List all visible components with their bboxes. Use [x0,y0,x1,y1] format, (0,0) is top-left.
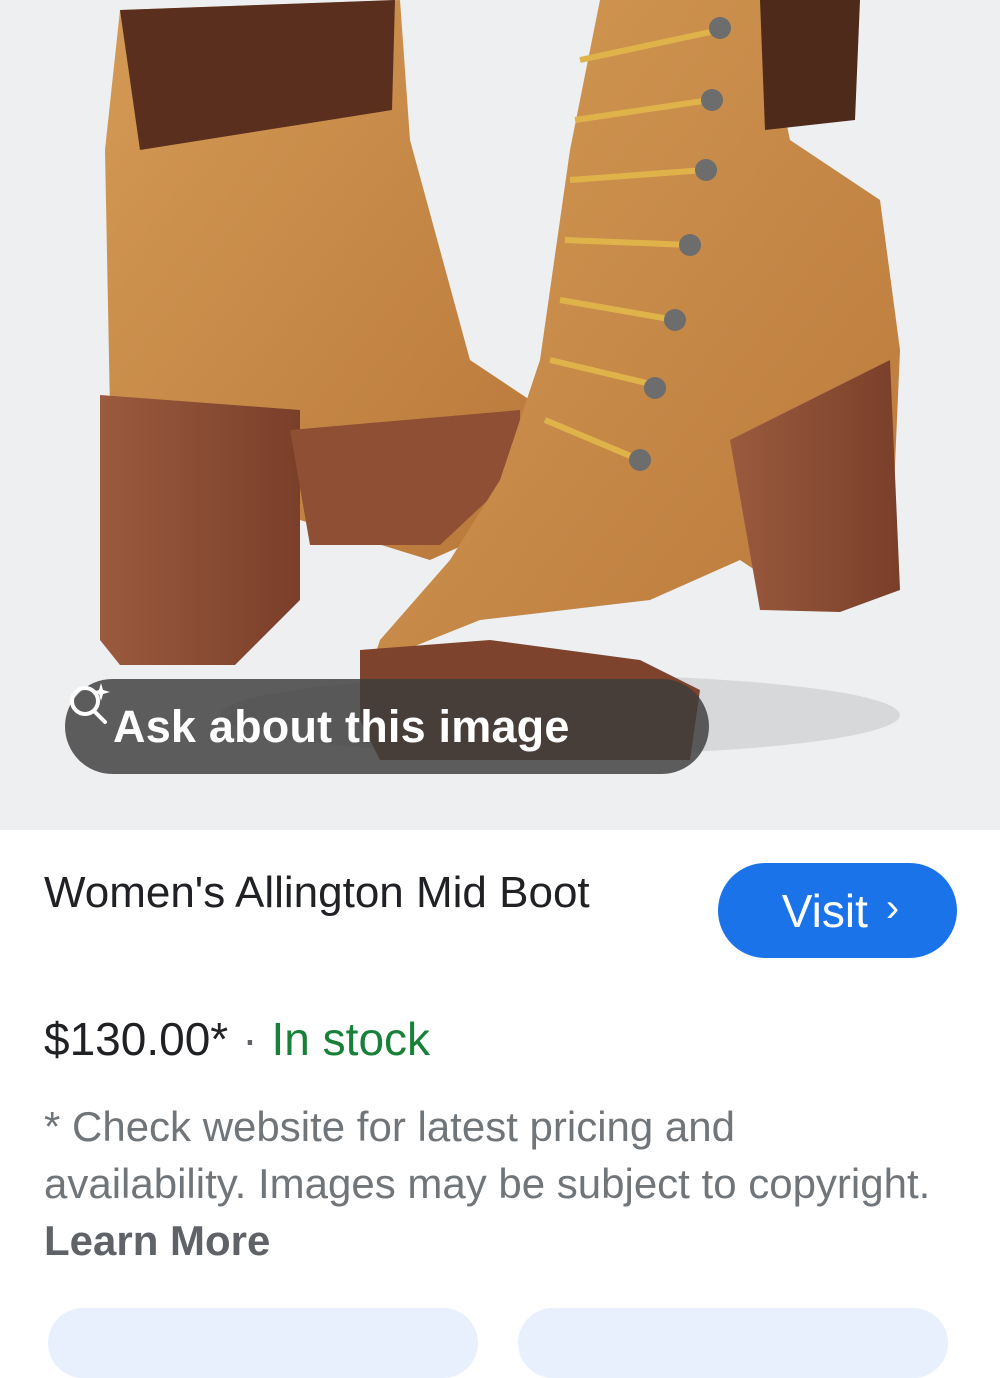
product-image[interactable]: Ask about this image [0,0,1000,830]
visit-button[interactable]: Visit › [718,863,957,958]
disclaimer: * Check website for latest pricing and a… [44,1098,944,1269]
chevron-right-icon: › [885,886,900,930]
disclaimer-text: * Check website for latest pricing and a… [44,1103,931,1207]
stock-status: In stock [271,1013,431,1065]
separator: · [242,1013,258,1065]
product-title: Women's Allington Mid Boot [44,868,590,917]
ask-about-image-button[interactable]: Ask about this image [65,679,709,774]
action-chip-2[interactable] [518,1308,948,1378]
price-line: $130.00* · In stock [44,1012,430,1066]
ask-about-image-label: Ask about this image [113,700,570,752]
visit-label: Visit [781,884,868,937]
action-chip-1[interactable] [48,1308,478,1378]
price: $130.00* [44,1013,229,1065]
learn-more-link[interactable]: Learn More [44,1217,270,1264]
lens-sparkle-icon [70,683,110,724]
